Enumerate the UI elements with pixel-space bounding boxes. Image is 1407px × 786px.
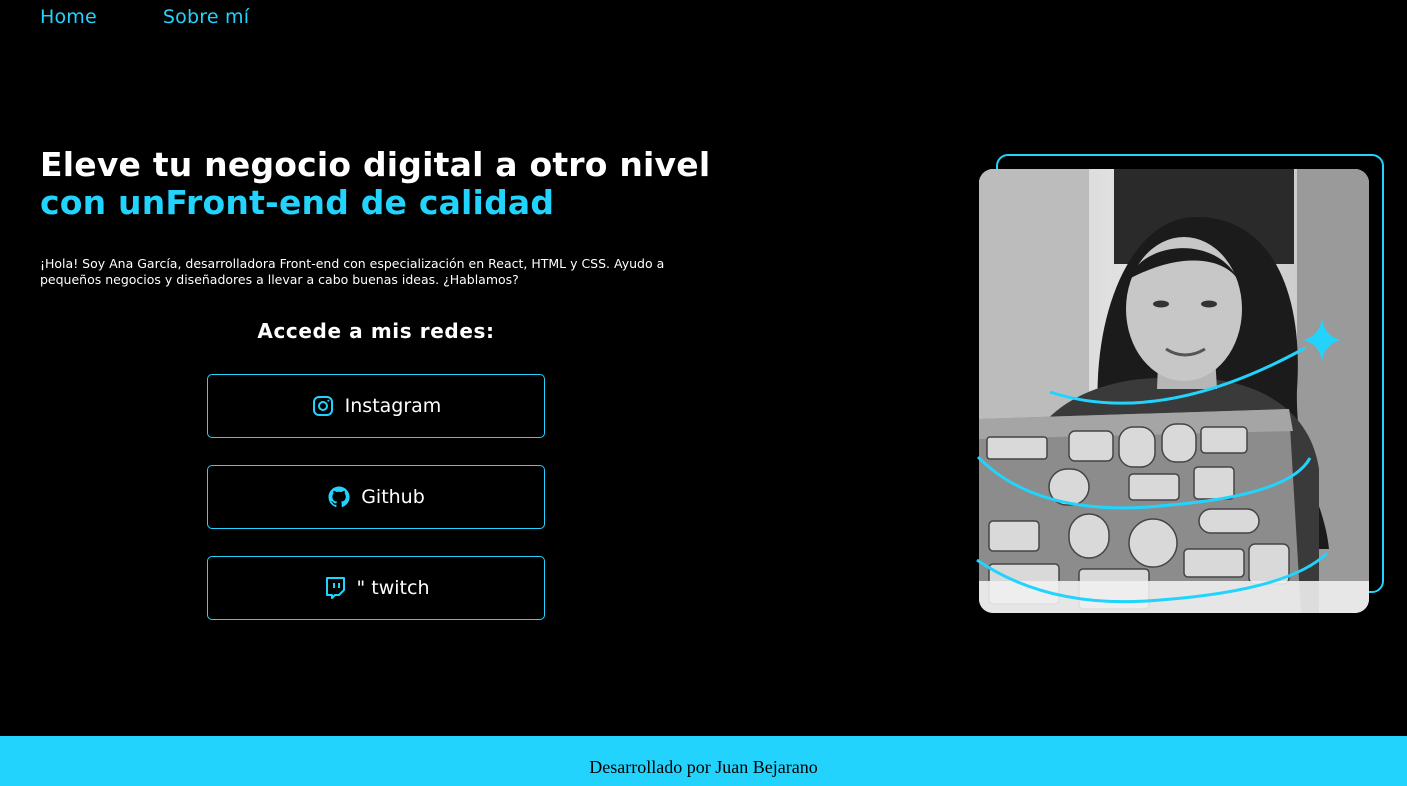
twitch-button-label: " twitch — [356, 577, 430, 599]
hero-title-plain: Eleve tu negocio digital a otro nivel — [40, 145, 711, 184]
hero-title-accent: con unFront-end de calidad — [40, 183, 555, 222]
github-button-label: Github — [361, 486, 425, 508]
social-title: Accede a mis redes: — [257, 319, 495, 343]
nav-link-about[interactable]: Sobre mí — [163, 6, 249, 28]
github-button[interactable]: Github — [207, 465, 545, 529]
instagram-button-label: Instagram — [344, 395, 442, 417]
nav-link-home[interactable]: Home — [40, 6, 97, 28]
footer-credit: Desarrollado por Juan Bejarano — [589, 756, 818, 777]
top-nav: Home Sobre mí — [40, 6, 249, 28]
profile-photo — [979, 169, 1369, 613]
github-icon — [328, 486, 350, 508]
hero-title: Eleve tu negocio digital a otro nivel co… — [40, 146, 740, 222]
instagram-icon — [312, 396, 333, 416]
footer: Desarrollado por Juan Bejarano — [0, 736, 1407, 786]
intro-text: ¡Hola! Soy Ana García, desarrolladora Fr… — [40, 256, 665, 287]
twitch-button[interactable]: " twitch — [207, 556, 545, 620]
instagram-button[interactable]: Instagram — [207, 374, 545, 438]
profile-photo-illustration — [979, 169, 1369, 613]
twitch-icon — [325, 577, 345, 599]
